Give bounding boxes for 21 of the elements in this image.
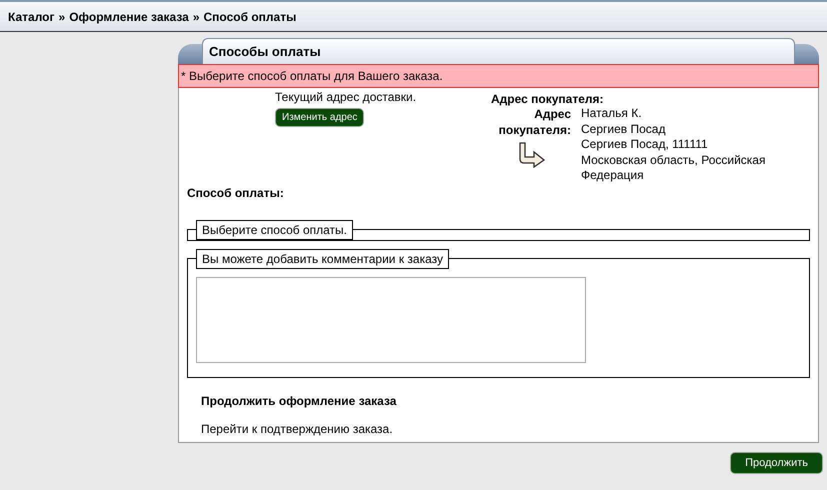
comments-field[interactable]: [196, 276, 586, 362]
change-address-button[interactable]: Изменить адрес: [275, 108, 364, 127]
tab-corner: [795, 44, 819, 64]
continue-button[interactable]: Продолжить: [730, 452, 823, 474]
breadcrumb-item[interactable]: Оформление заказа: [69, 10, 189, 24]
breadcrumb-separator: »: [58, 10, 66, 24]
shipping-address-label: Текущий адрес доставки.: [275, 90, 416, 104]
panel-title: Способы оплаты: [202, 38, 795, 64]
continue-heading: Продолжить оформление заказа: [201, 394, 398, 408]
payment-heading: Способ оплаты:: [187, 186, 285, 200]
breadcrumb-item: Способ оплаты: [204, 10, 296, 24]
tab-corner: [178, 44, 202, 64]
breadcrumb-item[interactable]: Каталог: [8, 10, 54, 24]
comments-legend: Вы можете добавить комментарии к заказу: [196, 248, 450, 268]
billing-address: Наталья К. Сергиев Посад Сергиев Посад, 111111 Московская область, Российская Федерация: [581, 106, 766, 184]
billing-label: Адрес покупателя:: [498, 106, 571, 138]
continue-text: Перейти к подтверждению заказа.: [201, 422, 394, 436]
payment-legend: Выберите способ оплаты.: [196, 220, 354, 240]
error-message: * Выберите способ оплаты для Вашего заказа.: [178, 64, 819, 88]
breadcrumb-separator: »: [192, 10, 200, 24]
billing-heading: Адрес покупателя:: [491, 92, 604, 106]
